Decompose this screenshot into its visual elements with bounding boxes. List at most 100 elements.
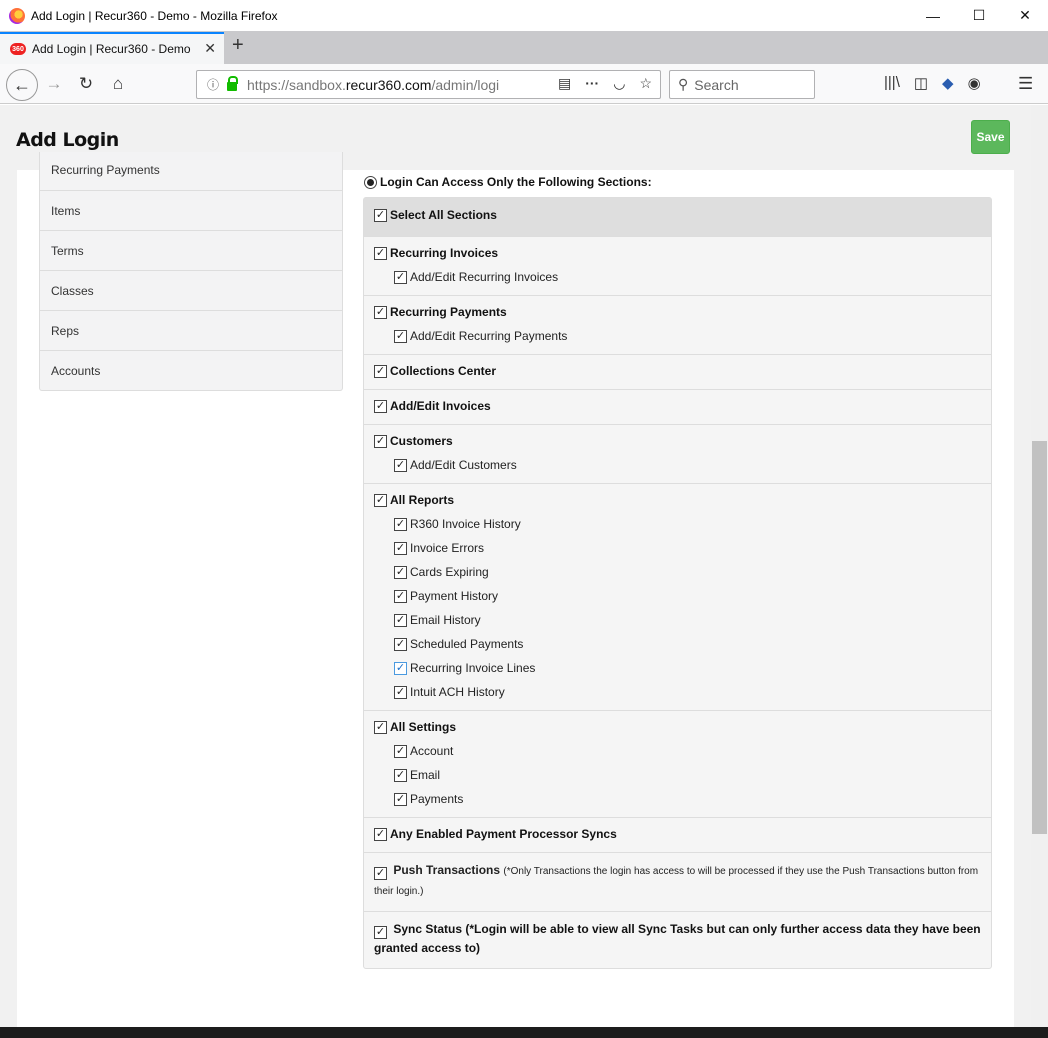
sub-checkbox-row[interactable]: R360 Invoice History — [394, 512, 981, 536]
section-checkbox[interactable] — [374, 399, 387, 413]
section-customers: Customers Add/Edit Customers — [364, 424, 991, 483]
scrollbar-thumb[interactable] — [1032, 441, 1047, 834]
recur360-favicon-icon: 360 — [10, 43, 26, 55]
sidebar-icon[interactable]: ◫ — [914, 74, 928, 92]
sub-checkbox[interactable] — [394, 458, 407, 472]
lock-icon[interactable] — [227, 76, 239, 91]
sync-status-row[interactable]: Sync Status (*Login will be able to view… — [374, 920, 981, 958]
bookmark-star-icon[interactable]: ☆ — [639, 75, 652, 92]
sidebar-item-items[interactable]: Items — [40, 190, 342, 230]
sub-checkbox[interactable] — [394, 329, 407, 343]
menu-icon[interactable]: ☰ — [1018, 74, 1033, 94]
select-all-checkbox[interactable] — [374, 208, 387, 222]
sub-checkbox-row[interactable]: Add/Edit Recurring Payments — [394, 324, 981, 348]
section-checkbox[interactable] — [374, 827, 387, 841]
sidebar-item-recurring-payments[interactable]: Recurring Payments — [40, 152, 342, 190]
section-checkbox[interactable] — [374, 364, 387, 378]
sub-label: Invoice Errors — [410, 541, 485, 555]
tab-add-login[interactable]: 360 Add Login | Recur360 - Demo ✕ — [0, 32, 224, 64]
section-collections-center: Collections Center — [364, 354, 991, 389]
sub-checkbox-row[interactable]: Account — [394, 739, 981, 763]
search-bar[interactable]: ⚲ — [669, 70, 815, 99]
page-actions-icon[interactable]: ··· — [585, 75, 599, 92]
tab-close-icon[interactable]: ✕ — [204, 40, 216, 57]
section-checkbox[interactable] — [374, 493, 387, 507]
account-icon[interactable]: ◉ — [968, 74, 981, 92]
section-checkbox-row[interactable]: Add/Edit Invoices — [374, 398, 981, 414]
access-radio-label: Login Can Access Only the Following Sect… — [380, 175, 652, 189]
reader-view-icon[interactable]: ▤ — [558, 75, 571, 92]
sub-checkbox-row[interactable]: Recurring Invoice Lines — [394, 656, 981, 680]
sub-label: Intuit ACH History — [410, 685, 505, 699]
sub-checkbox-row[interactable]: Payment History — [394, 584, 981, 608]
sub-checkbox[interactable] — [394, 637, 407, 651]
save-button[interactable]: Save — [971, 120, 1010, 154]
section-checkbox-row[interactable]: Collections Center — [374, 363, 981, 379]
section-checkbox-row[interactable]: All Settings — [374, 719, 981, 735]
sub-checkbox-row[interactable]: Cards Expiring — [394, 560, 981, 584]
sub-checkbox[interactable] — [394, 685, 407, 699]
reload-icon[interactable]: ↻ — [72, 70, 100, 98]
sub-label: Email History — [410, 613, 481, 627]
sub-label: Recurring Invoice Lines — [410, 661, 536, 675]
sub-checkbox[interactable] — [394, 744, 407, 758]
sub-checkbox[interactable] — [394, 270, 407, 284]
library-icon[interactable]: |||\ — [884, 74, 900, 92]
access-radio[interactable] — [364, 175, 377, 189]
section-checkbox[interactable] — [374, 867, 387, 880]
back-icon[interactable]: ← — [6, 69, 38, 101]
content-panel: Recurring Payments Items Terms Classes R… — [17, 152, 1014, 1027]
search-input[interactable] — [694, 76, 805, 93]
sidebar-item-accounts[interactable]: Accounts — [40, 350, 342, 390]
home-icon[interactable]: ⌂ — [104, 70, 132, 98]
url-text[interactable]: https://sandbox.recur360.com/admin/logi — [247, 77, 517, 93]
section-checkbox-row[interactable]: Customers — [374, 433, 981, 449]
sub-checkbox[interactable] — [394, 565, 407, 579]
sub-label: Payments — [410, 792, 464, 806]
sub-checkbox-row[interactable]: Invoice Errors — [394, 536, 981, 560]
sub-checkbox-row[interactable]: Email — [394, 763, 981, 787]
sub-checkbox[interactable] — [394, 589, 407, 603]
section-checkbox[interactable] — [374, 305, 387, 319]
access-radio-row[interactable]: Login Can Access Only the Following Sect… — [364, 175, 652, 189]
page-title: Add Login — [16, 129, 119, 151]
section-checkbox-row[interactable]: Any Enabled Payment Processor Syncs — [374, 826, 981, 842]
forward-icon[interactable]: → — [40, 70, 68, 98]
info-icon[interactable]: ⓘ — [207, 76, 219, 93]
sidebar-item-reps[interactable]: Reps — [40, 310, 342, 350]
push-transactions-row[interactable]: Push Transactions (*Only Transactions th… — [374, 861, 981, 901]
settings-sidebar: Recurring Payments Items Terms Classes R… — [39, 152, 343, 391]
sub-checkbox-row[interactable]: Intuit ACH History — [394, 680, 981, 704]
section-checkbox[interactable] — [374, 720, 387, 734]
sub-checkbox-row[interactable]: Add/Edit Recurring Invoices — [394, 265, 981, 289]
section-checkbox-row[interactable]: Recurring Payments — [374, 304, 981, 320]
section-checkbox-row[interactable]: Recurring Invoices — [374, 245, 981, 261]
section-label: All Settings — [390, 720, 457, 734]
section-checkbox-row[interactable]: All Reports — [374, 492, 981, 508]
sidebar-item-terms[interactable]: Terms — [40, 230, 342, 270]
maximize-button[interactable]: ☐ — [956, 0, 1002, 31]
minimize-button[interactable]: — — [910, 0, 956, 31]
section-checkbox[interactable] — [374, 434, 387, 448]
close-window-button[interactable]: ✕ — [1002, 0, 1048, 31]
sub-checkbox-row[interactable]: Scheduled Payments — [394, 632, 981, 656]
sub-checkbox[interactable] — [394, 661, 407, 675]
sidebar-item-classes[interactable]: Classes — [40, 270, 342, 310]
section-label: Recurring Invoices — [390, 246, 499, 260]
sub-checkbox[interactable] — [394, 768, 407, 782]
url-bar[interactable]: ⓘ https://sandbox.recur360.com/admin/log… — [196, 70, 661, 99]
sub-checkbox-row[interactable]: Email History — [394, 608, 981, 632]
sub-checkbox[interactable] — [394, 613, 407, 627]
tracking-icon[interactable]: ◆ — [942, 74, 954, 92]
section-checkbox[interactable] — [374, 246, 387, 260]
sub-checkbox-row[interactable]: Add/Edit Customers — [394, 453, 981, 477]
section-checkbox[interactable] — [374, 926, 387, 939]
sub-checkbox[interactable] — [394, 517, 407, 531]
new-tab-button[interactable]: + — [232, 34, 244, 57]
sub-checkbox[interactable] — [394, 541, 407, 555]
pocket-icon[interactable]: ◡ — [613, 75, 625, 92]
select-all-row[interactable]: Select All Sections — [374, 207, 981, 223]
sub-checkbox-row[interactable]: Payments — [394, 787, 981, 811]
section-label: Push Transactions — [393, 863, 501, 877]
sub-checkbox[interactable] — [394, 792, 407, 806]
